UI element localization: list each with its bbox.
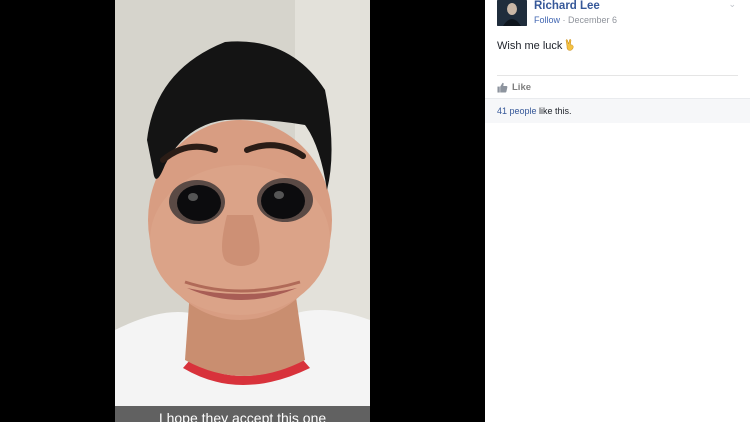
thumbs-up-icon — [497, 82, 508, 93]
post-message: Wish me luck — [497, 39, 575, 53]
author-avatar[interactable] — [497, 0, 527, 26]
victory-hand-icon — [566, 39, 574, 51]
likes-suffix: like this. — [536, 106, 572, 116]
photo-viewer: I hope they accept this one — [0, 0, 485, 422]
post-date[interactable]: December 6 — [568, 15, 617, 25]
likes-summary: 41 people like this. — [497, 106, 572, 117]
post-meta: Follow · December 6 — [534, 15, 617, 26]
meta-separator: · — [560, 15, 569, 25]
likes-count-link[interactable]: 41 people — [497, 106, 537, 116]
author-name-link[interactable]: Richard Lee — [534, 0, 600, 12]
like-label: Like — [512, 81, 532, 93]
divider — [497, 75, 738, 76]
post-message-text: Wish me luck — [497, 40, 563, 52]
post-side-panel: Richard Lee Follow · December 6 ⌄ Wish m… — [485, 0, 750, 422]
snap-caption-bar: I hope they accept this one — [115, 406, 370, 422]
snap-caption-text: I hope they accept this one — [158, 410, 327, 422]
author-avatar-image — [497, 0, 527, 26]
selfie-face-swap-image — [115, 0, 370, 422]
chevron-down-icon[interactable]: ⌄ — [728, 0, 736, 9]
follow-link[interactable]: Follow — [534, 15, 560, 25]
post-photo[interactable]: I hope they accept this one — [115, 0, 370, 422]
like-button[interactable]: Like — [497, 80, 531, 94]
